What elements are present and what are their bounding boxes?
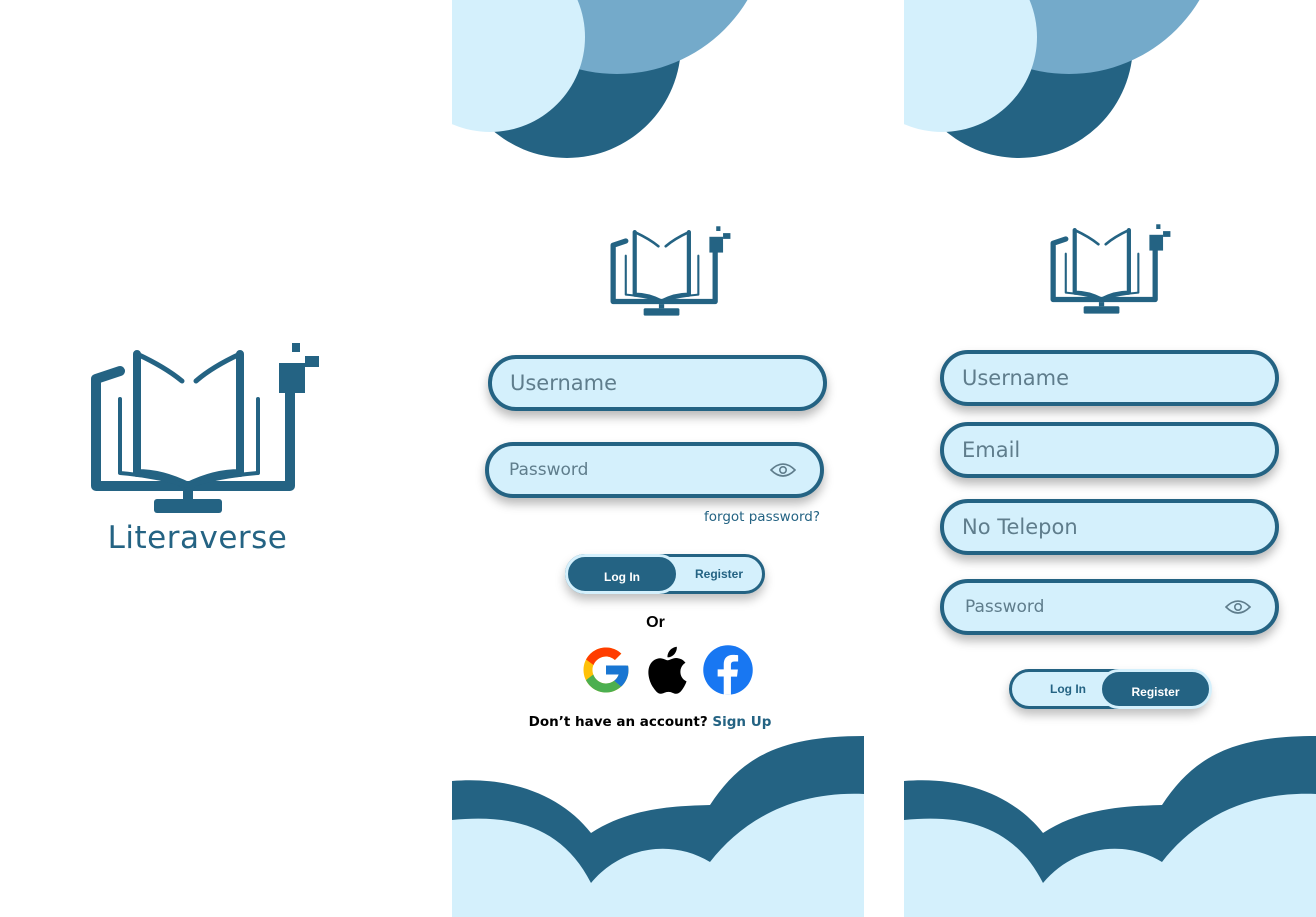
auth-toggle: Log In Register <box>1009 669 1212 709</box>
password-placeholder: Password <box>509 460 589 480</box>
literaverse-logo <box>1050 224 1171 314</box>
forgot-password-link[interactable]: forgot password? <box>704 509 820 525</box>
tab-login[interactable]: Log In <box>565 554 679 594</box>
bottom-cloud-decoration <box>452 736 864 917</box>
top-cloud-decoration <box>904 0 1200 158</box>
username-input[interactable]: Username <box>940 350 1279 406</box>
password-input[interactable]: Password <box>485 442 824 498</box>
username-input[interactable]: Username <box>488 355 827 411</box>
brand-name: Literaverse <box>107 520 288 556</box>
phone-input[interactable]: No Telepon <box>940 499 1279 555</box>
signup-link[interactable]: Sign Up <box>712 714 771 730</box>
tab-register[interactable]: Register <box>1099 669 1212 709</box>
literaverse-logo <box>91 343 319 513</box>
google-icon[interactable] <box>579 642 633 698</box>
register-screen: Username Email No Telepon Password Log I… <box>904 0 1316 917</box>
facebook-icon[interactable] <box>701 642 755 698</box>
top-cloud-decoration <box>452 0 748 158</box>
literaverse-logo <box>610 226 731 316</box>
eye-icon[interactable] <box>770 462 796 478</box>
username-placeholder: Username <box>962 366 1070 390</box>
password-input[interactable]: Password <box>940 579 1279 635</box>
splash-screen: Literaverse <box>0 0 412 917</box>
signup-prompt: Don’t have an account? Sign Up <box>452 714 848 730</box>
auth-toggle: Log In Register <box>565 554 765 594</box>
apple-icon[interactable] <box>638 642 692 698</box>
login-screen: Username Password forgot password? Log I… <box>452 0 864 917</box>
or-divider: Or <box>646 614 665 631</box>
email-placeholder: Email <box>962 438 1021 462</box>
phone-placeholder: No Telepon <box>962 515 1078 539</box>
username-placeholder: Username <box>510 371 618 395</box>
eye-icon[interactable] <box>1225 599 1251 615</box>
no-account-text: Don’t have an account? <box>528 714 708 730</box>
password-placeholder: Password <box>965 597 1045 617</box>
email-input[interactable]: Email <box>940 422 1279 478</box>
tab-register[interactable]: Register <box>676 554 762 594</box>
bottom-cloud-decoration <box>904 736 1316 917</box>
